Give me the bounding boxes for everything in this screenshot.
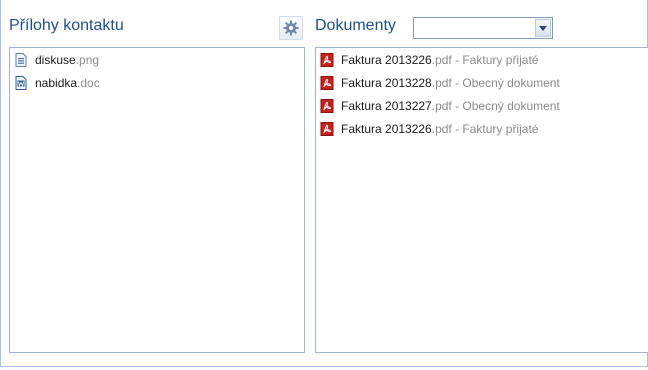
attachments-window: Přílohy kontaktu Dokumenty diskuse.png n… [0, 0, 648, 367]
pdf-file-icon [320, 53, 334, 67]
documents-title: Dokumenty [315, 17, 396, 34]
document-extension: .pdf [431, 99, 452, 113]
document-name: Faktura 2013226 [341, 122, 432, 136]
chevron-down-icon [539, 26, 547, 31]
document-extension: .pdf [431, 122, 452, 136]
separator: - [451, 53, 463, 67]
dropdown-button[interactable] [535, 19, 551, 37]
image-file-icon [15, 53, 27, 67]
document-extension: .pdf [431, 76, 452, 90]
document-name: Faktura 2013227 [341, 99, 432, 113]
documents-filter-select[interactable] [413, 17, 553, 39]
documents-list[interactable]: Faktura 2013226.pdf - Faktury přijaté Fa… [315, 47, 648, 353]
contact-attachments-list[interactable]: diskuse.png nabidka.doc [9, 47, 305, 353]
file-extension: .doc [77, 76, 100, 90]
gear-icon [283, 20, 299, 36]
document-name: Faktura 2013228 [341, 76, 432, 90]
contact-attachments-title: Přílohy kontaktu [9, 17, 124, 34]
document-name: Faktura 2013226 [341, 53, 432, 67]
separator: - [451, 99, 463, 113]
file-name: nabidka [35, 76, 78, 90]
document-category: Faktury přijaté [462, 122, 539, 136]
file-name: diskuse [35, 53, 76, 67]
document-category: Obecný dokument [462, 76, 560, 90]
document-extension: .pdf [431, 53, 452, 67]
document-category: Faktury přijaté [462, 53, 539, 67]
separator: - [451, 76, 463, 90]
word-file-icon [15, 76, 27, 90]
settings-button[interactable] [279, 16, 303, 40]
separator: - [451, 122, 463, 136]
pdf-file-icon [320, 99, 334, 113]
pdf-file-icon [320, 122, 334, 136]
pdf-file-icon [320, 76, 334, 90]
document-category: Obecný dokument [462, 99, 560, 113]
file-extension: .png [75, 53, 100, 67]
